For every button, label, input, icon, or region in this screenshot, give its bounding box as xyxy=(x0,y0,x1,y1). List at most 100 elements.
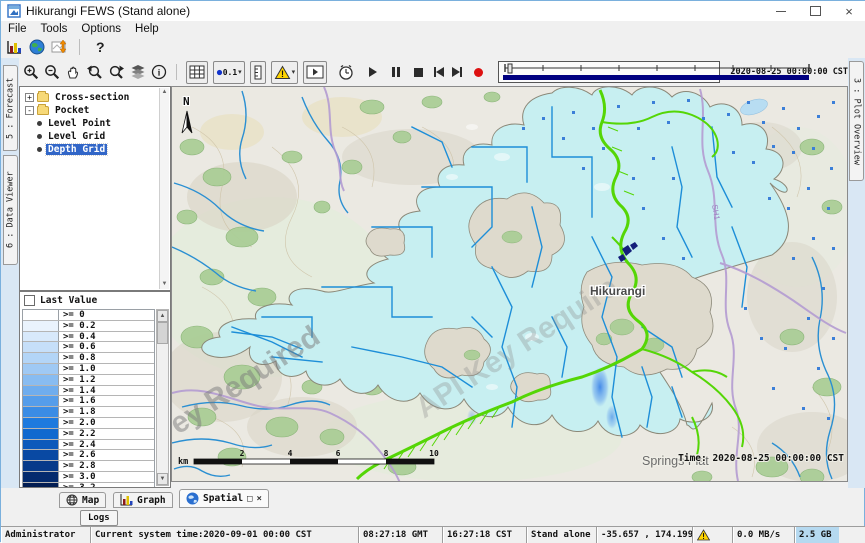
info-icon[interactable]: i xyxy=(151,62,167,82)
play-button[interactable] xyxy=(367,62,380,82)
status-cell: 2.5 GB xyxy=(795,527,865,543)
pause-button[interactable] xyxy=(390,62,403,82)
status-cell: -35.657 , 174.199 xyxy=(597,527,693,543)
threshold-value: 0.1 xyxy=(223,68,237,77)
tab-spatial[interactable]: Spatial □ × xyxy=(179,489,269,508)
skip-to-start-button[interactable] xyxy=(433,62,446,82)
svg-text:!: ! xyxy=(281,69,284,79)
legend-scrollbar[interactable]: ▲ ▼ xyxy=(156,309,169,486)
svg-text:i: i xyxy=(158,68,161,78)
topology-tree-panel: + Cross-section - PocketLevel PointLevel Gr… xyxy=(19,86,171,291)
folder-icon xyxy=(37,106,49,115)
layers-icon[interactable] xyxy=(130,62,146,82)
logs-button[interactable]: Logs xyxy=(80,510,118,526)
maximize-button[interactable] xyxy=(798,1,832,21)
sidebar-tab-forecast[interactable]: 5 : Forecast xyxy=(3,65,18,151)
sidebar-tab-data-viewer[interactable]: 6 : Data Viewer xyxy=(3,155,18,265)
last-value-checkbox[interactable] xyxy=(24,295,35,306)
status-warning-cell[interactable]: ! xyxy=(693,527,733,543)
tree-item-pocket[interactable]: - Pocket xyxy=(21,104,160,117)
zoom-in-icon[interactable] xyxy=(23,62,39,82)
warning-dropdown[interactable]: ! ▾ xyxy=(271,61,299,84)
timeseries-icon[interactable] xyxy=(51,37,69,57)
legend-row-label: >= 1.0 xyxy=(59,364,96,374)
animation-button[interactable] xyxy=(303,61,327,84)
tree-scrollbar[interactable]: ▲ ▼ xyxy=(159,88,169,289)
tree-item-level-grid[interactable]: Level Grid xyxy=(21,130,160,143)
legend-row-label: >= 1.4 xyxy=(59,386,96,396)
minimize-button[interactable] xyxy=(764,1,798,21)
legend-color-swatch xyxy=(23,310,59,320)
scale-bar-button[interactable] xyxy=(250,61,266,84)
tree-item-label: Level Grid xyxy=(46,131,107,142)
legend-row: >= 2.4 xyxy=(23,440,154,451)
threshold-dropdown[interactable]: 0.1 ▾ xyxy=(213,61,245,84)
skip-to-end-button[interactable] xyxy=(451,62,464,82)
tab-map-label: Map xyxy=(82,495,99,506)
svg-text:km: km xyxy=(178,457,188,467)
menu-file[interactable]: File xyxy=(1,23,34,35)
tab-map[interactable]: Map xyxy=(59,492,106,508)
zoom-next-icon[interactable] xyxy=(108,62,125,82)
tree-item-label: Cross-section xyxy=(53,92,131,103)
timeline-slider[interactable] xyxy=(498,61,721,83)
zoom-out-icon[interactable] xyxy=(44,62,60,82)
svg-text:N: N xyxy=(183,95,190,108)
globe-icon[interactable] xyxy=(29,37,45,57)
tree-item-level-point[interactable]: Level Point xyxy=(21,117,160,130)
legend-color-swatch xyxy=(23,418,59,428)
pan-icon[interactable] xyxy=(65,62,81,82)
grid-display-button[interactable] xyxy=(186,61,208,84)
app-icon xyxy=(7,4,21,18)
explorer-icon[interactable] xyxy=(6,37,23,57)
tree-item-cross-section[interactable]: + Cross-section xyxy=(21,91,160,104)
status-cell: Administrator xyxy=(1,527,91,543)
legend-row-label: >= 3.2 xyxy=(59,483,96,487)
scroll-up-icon[interactable]: ▲ xyxy=(157,310,168,322)
tab-restore-icon[interactable]: □ xyxy=(247,494,252,504)
legend-row: >= 1.2 xyxy=(23,375,154,386)
menu-options[interactable]: Options xyxy=(74,23,128,35)
tree-body: + Cross-section - PocketLevel PointLevel Gr… xyxy=(21,88,160,289)
help-button[interactable]: ? xyxy=(90,37,111,57)
legend-row: >= 1.6 xyxy=(23,396,154,407)
timer-icon[interactable] xyxy=(338,62,354,82)
tree-item-label: Pocket xyxy=(53,105,91,116)
scroll-thumb[interactable] xyxy=(157,322,168,344)
bar-chart-icon xyxy=(120,494,133,506)
legend-color-swatch xyxy=(23,461,59,471)
legend-color-swatch xyxy=(23,440,59,450)
menu-tools[interactable]: Tools xyxy=(34,23,75,35)
status-bar: AdministratorCurrent system time:2020-09… xyxy=(1,526,865,543)
record-button[interactable] xyxy=(472,62,485,82)
sidebar-tab-plot-overview[interactable]: 3 : Plot Overview xyxy=(849,61,864,181)
tab-close-icon[interactable]: × xyxy=(256,494,261,504)
legend-row-label: >= 0 xyxy=(59,310,85,320)
status-cell: 08:27:18 GMT xyxy=(359,527,443,543)
legend-row-label: >= 0.8 xyxy=(59,353,96,363)
scroll-down-icon[interactable]: ▼ xyxy=(157,473,168,485)
stop-button[interactable] xyxy=(412,62,425,82)
svg-text:8: 8 xyxy=(384,449,389,458)
close-button[interactable]: × xyxy=(832,1,865,21)
tree-item-depth-grid[interactable]: Depth Grid xyxy=(21,143,160,156)
node-bullet-icon xyxy=(37,121,42,126)
map-viewport[interactable]: ey Required API Key Require SH1 Hikurang… xyxy=(171,86,848,482)
toolbar-separator xyxy=(176,64,177,80)
map-canvas[interactable]: ey Required API Key Require SH1 Hikurang… xyxy=(172,87,847,481)
scroll-down-icon[interactable]: ▼ xyxy=(160,280,169,289)
collapse-icon[interactable]: - xyxy=(25,106,34,115)
legend-row: >= 0.8 xyxy=(23,353,154,364)
chevron-down-icon: ▾ xyxy=(238,68,242,76)
menu-help[interactable]: Help xyxy=(128,23,166,35)
zoom-previous-icon[interactable] xyxy=(86,62,103,82)
expand-icon[interactable]: + xyxy=(25,93,34,102)
tab-graph[interactable]: Graph xyxy=(113,492,173,508)
scroll-up-icon[interactable]: ▲ xyxy=(160,88,169,97)
title-bar: Hikurangi FEWS (Stand alone) × xyxy=(1,1,865,22)
legend-color-swatch xyxy=(23,386,59,396)
menu-bar: FileToolsOptionsHelp xyxy=(1,21,865,37)
legend-row-label: >= 2.8 xyxy=(59,461,96,471)
left-tab-strip: 5 : Forecast 6 : Data Viewer xyxy=(1,58,19,488)
node-bullet-icon xyxy=(37,147,42,152)
